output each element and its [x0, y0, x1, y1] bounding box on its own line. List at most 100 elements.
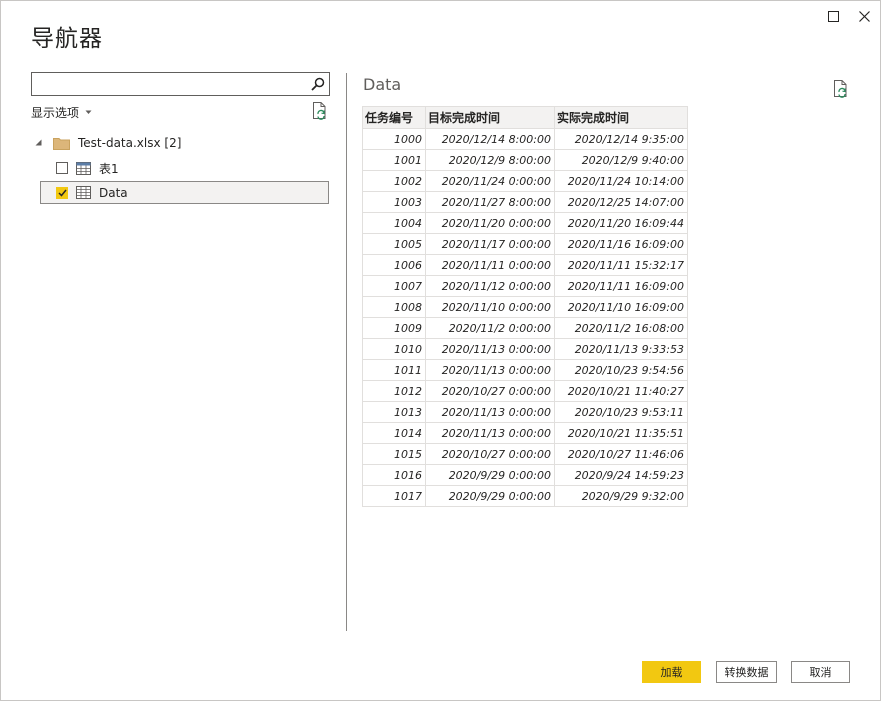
table-row: 1010 2020/11/13 0:00:00 2020/11/13 9:33:53 [362, 338, 688, 360]
table-row: 1005 2020/11/17 0:00:00 2020/11/16 16:09:0… [362, 233, 688, 255]
table-cell: 1013 [362, 401, 426, 423]
tree-root-label: Test-data.xlsx [2] [78, 136, 182, 150]
sheet1-checkbox[interactable] [56, 162, 68, 174]
table-cell: 2020/11/20 16:09:44 [554, 212, 688, 234]
table-cell: 2020/9/29 0:00:00 [425, 485, 555, 507]
table-cell: 2020/12/9 8:00:00 [425, 149, 555, 171]
table-cell: 2020/11/11 0:00:00 [425, 254, 555, 276]
table-cell: 2020/12/25 14:07:00 [554, 191, 688, 213]
preview-table-body: 1000 2020/12/14 8:00:00 2020/12/14 9:35:00… [362, 128, 688, 507]
navigator-dialog: 导航器 显示选项 Test-data.xlsx [2] 表1 Data Data… [0, 0, 881, 701]
table-cell: 2020/12/14 8:00:00 [425, 128, 555, 150]
load-button[interactable]: 加载 [642, 661, 701, 683]
table-row: 1016 2020/9/29 0:00:00 2020/9/24 14:59:23 [362, 464, 688, 486]
table-cell: 2020/11/27 8:00:00 [425, 191, 555, 213]
column-header[interactable]: 任务编号 [362, 106, 426, 129]
table-row: 1003 2020/11/27 8:00:00 2020/12/25 14:07:0… [362, 191, 688, 213]
table-cell: 1011 [362, 359, 426, 381]
table-cell: 2020/10/23 9:54:56 [554, 359, 688, 381]
table-cell: 2020/11/10 16:09:00 [554, 296, 688, 318]
checkmark-icon [57, 189, 67, 197]
table-cell: 2020/11/2 0:00:00 [425, 317, 555, 339]
table-cell: 2020/10/27 11:46:06 [554, 443, 688, 465]
table-cell: 1014 [362, 422, 426, 444]
table-cell: 1017 [362, 485, 426, 507]
table-cell: 1005 [362, 233, 426, 255]
display-options-label: 显示选项 [31, 106, 80, 120]
table-cell: 1010 [362, 338, 426, 360]
table-icon [76, 161, 91, 175]
table-cell: 1004 [362, 212, 426, 234]
table-row: 1001 2020/12/9 8:00:00 2020/12/9 9:40:00 [362, 149, 688, 171]
table-cell: 2020/11/11 16:09:00 [554, 275, 688, 297]
expand-triangle-icon[interactable] [35, 139, 47, 148]
cancel-button[interactable]: 取消 [791, 661, 850, 683]
table-cell: 2020/11/11 15:32:17 [554, 254, 688, 276]
table-row: 1004 2020/11/20 0:00:00 2020/11/20 16:09:4… [362, 212, 688, 234]
table-icon [76, 186, 91, 199]
table-row: 1013 2020/11/13 0:00:00 2020/10/23 9:53:11 [362, 401, 688, 423]
tree-item-label: 表1 [99, 161, 119, 176]
panel-divider[interactable] [346, 73, 347, 631]
table-cell: 2020/10/27 0:00:00 [425, 380, 555, 402]
table-cell: 2020/11/10 0:00:00 [425, 296, 555, 318]
table-cell: 2020/11/20 0:00:00 [425, 212, 555, 234]
tree-item-data[interactable]: Data [40, 181, 329, 204]
table-cell: 1009 [362, 317, 426, 339]
table-cell: 2020/11/2 16:08:00 [554, 317, 688, 339]
table-cell: 1016 [362, 464, 426, 486]
table-cell: 2020/10/23 9:53:11 [554, 401, 688, 423]
refresh-button-left[interactable] [312, 102, 328, 124]
table-cell: 2020/11/13 0:00:00 [425, 338, 555, 360]
tree-item-sheet1[interactable]: 表1 [56, 157, 119, 179]
table-cell: 2020/11/16 16:09:00 [554, 233, 688, 255]
table-cell: 1015 [362, 443, 426, 465]
table-cell: 2020/11/13 0:00:00 [425, 359, 555, 381]
table-cell: 2020/9/24 14:59:23 [554, 464, 688, 486]
table-cell: 2020/11/13 0:00:00 [425, 401, 555, 423]
table-row: 1015 2020/10/27 0:00:00 2020/10/27 11:46:0… [362, 443, 688, 465]
table-cell: 1012 [362, 380, 426, 402]
table-cell: 1008 [362, 296, 426, 318]
table-row: 1009 2020/11/2 0:00:00 2020/11/2 16:08:00 [362, 317, 688, 339]
table-row: 1014 2020/11/13 0:00:00 2020/10/21 11:35:5… [362, 422, 688, 444]
maximize-icon [827, 10, 839, 22]
table-cell: 2020/11/13 0:00:00 [425, 422, 555, 444]
table-cell: 1006 [362, 254, 426, 276]
column-header[interactable]: 实际完成时间 [554, 106, 688, 129]
table-cell: 2020/10/27 0:00:00 [425, 443, 555, 465]
table-cell: 2020/12/9 9:40:00 [554, 149, 688, 171]
search-button[interactable] [311, 76, 325, 95]
preview-table: 任务编号 目标完成时间 实际完成时间 1000 2020/12/14 8:00:0… [362, 106, 688, 507]
table-row: 1006 2020/11/11 0:00:00 2020/11/11 15:32:1… [362, 254, 688, 276]
refresh-button-preview[interactable] [833, 80, 849, 102]
table-cell: 2020/11/13 9:33:53 [554, 338, 688, 360]
close-icon [858, 10, 870, 22]
maximize-button[interactable] [823, 7, 843, 25]
table-row: 1002 2020/11/24 0:00:00 2020/11/24 10:14:0… [362, 170, 688, 192]
table-cell: 1000 [362, 128, 426, 150]
table-cell: 1003 [362, 191, 426, 213]
table-row: 1007 2020/11/12 0:00:00 2020/11/11 16:09:0… [362, 275, 688, 297]
dialog-title: 导航器 [31, 26, 103, 52]
table-row: 1008 2020/11/10 0:00:00 2020/11/10 16:09:0… [362, 296, 688, 318]
preview-title: Data [363, 75, 402, 94]
data-checkbox[interactable] [56, 186, 68, 199]
refresh-icon [313, 102, 326, 120]
table-cell: 2020/10/21 11:40:27 [554, 380, 688, 402]
column-header[interactable]: 目标完成时间 [425, 106, 555, 129]
table-row: 1017 2020/9/29 0:00:00 2020/9/29 9:32:00 [362, 485, 688, 507]
table-row: 1012 2020/10/27 0:00:00 2020/10/21 11:40:2… [362, 380, 688, 402]
folder-icon [53, 137, 70, 150]
search-input[interactable] [32, 74, 310, 94]
dropdown-caret-icon [85, 110, 92, 114]
tree-root-workbook[interactable]: Test-data.xlsx [2] [35, 132, 181, 154]
table-header-row: 任务编号 目标完成时间 实际完成时间 [362, 106, 688, 129]
transform-data-button[interactable]: 转换数据 [716, 661, 777, 683]
search-field[interactable] [31, 72, 330, 96]
table-row: 1000 2020/12/14 8:00:00 2020/12/14 9:35:00 [362, 128, 688, 150]
display-options-dropdown[interactable]: 显示选项 [31, 104, 92, 121]
table-cell: 2020/11/17 0:00:00 [425, 233, 555, 255]
close-button[interactable] [854, 7, 874, 25]
tree-item-label: Data [99, 185, 128, 200]
